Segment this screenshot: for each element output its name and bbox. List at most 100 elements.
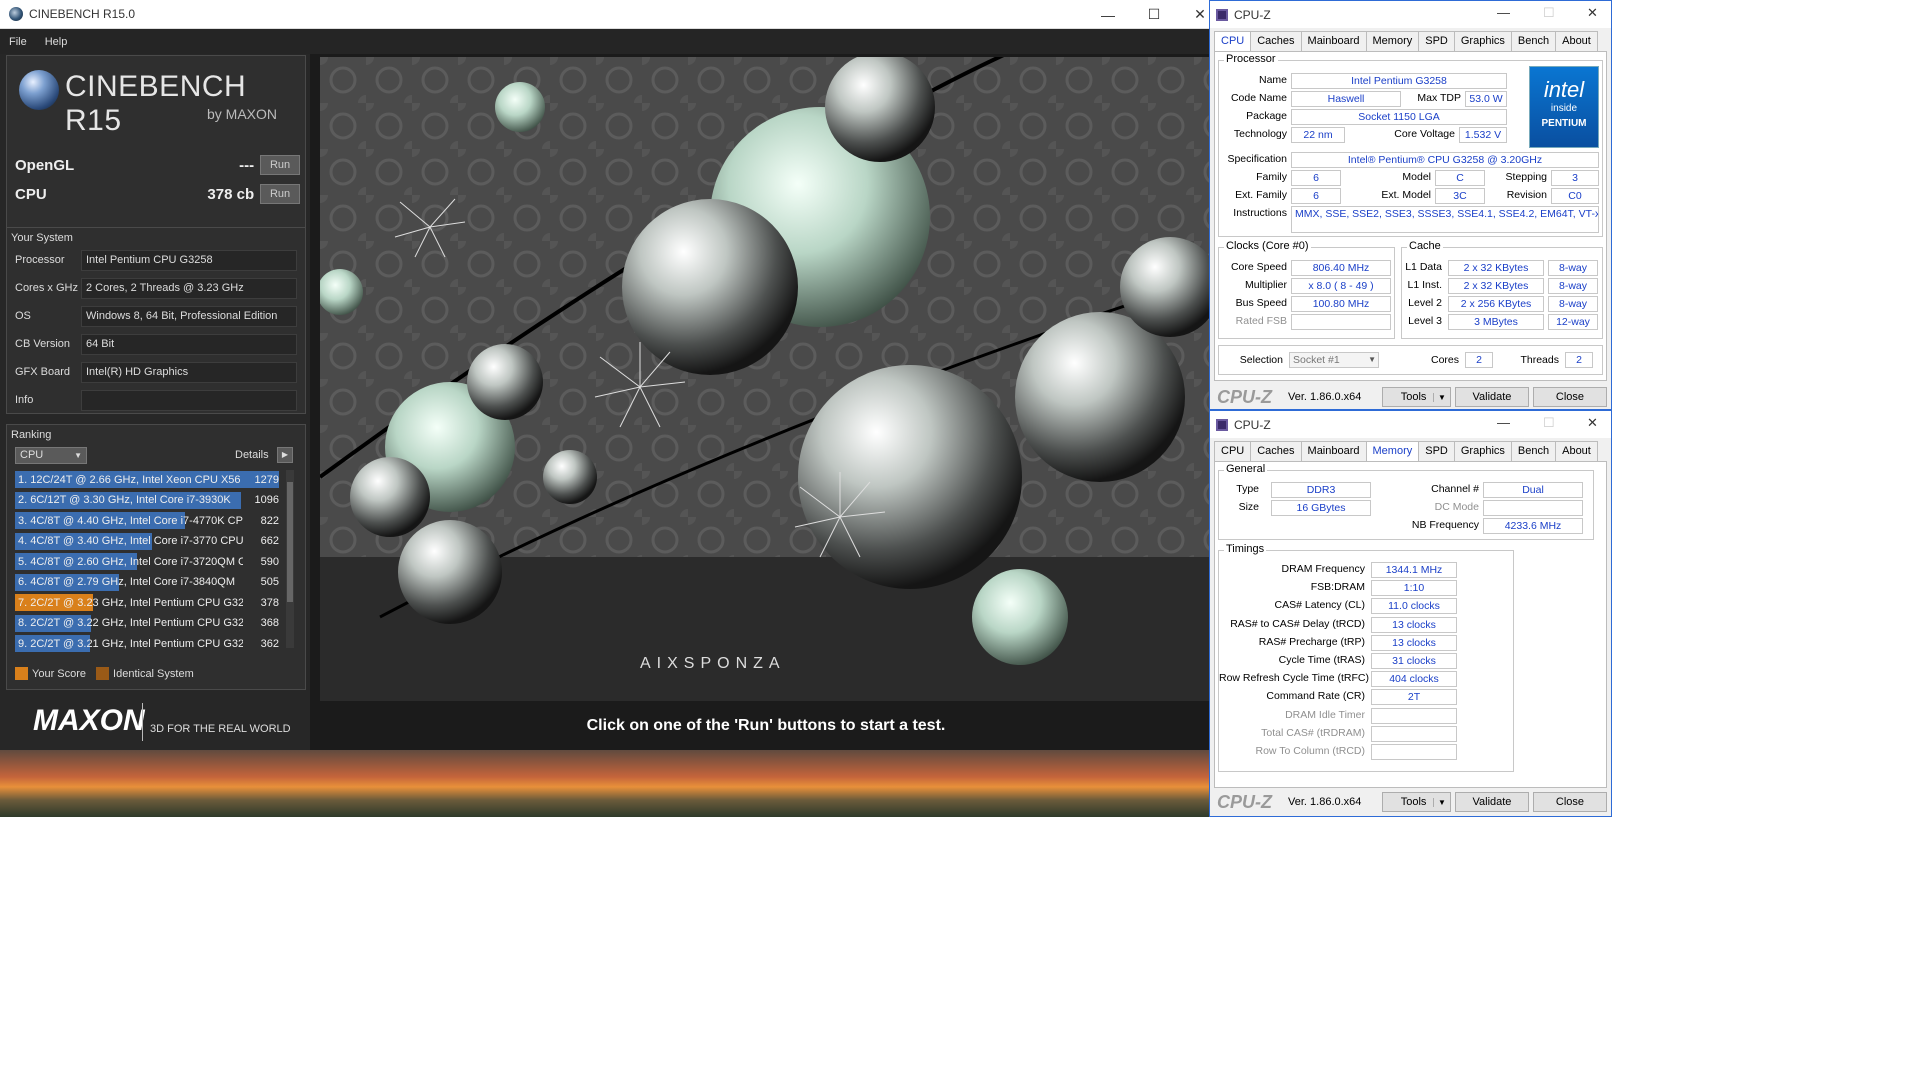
ranking-row[interactable]: 2. 6C/12T @ 3.30 GHz, Intel Core i7-3930… [15,491,285,510]
window-title: CINEBENCH R15.0 [29,7,136,21]
ranking-label: 3. 4C/8T @ 4.40 GHz, Intel Core i7-4770K… [18,514,243,527]
maximize-icon[interactable]: ☐ [1543,5,1555,21]
opengl-score: --- [239,156,255,174]
processor-group: Processor Name Intel Pentium G3258 Code … [1218,53,1603,237]
selection-row: Selection Socket #1 ▼ Cores 2 Threads 2 [1218,345,1603,375]
specification-value: Intel® Pentium® CPU G3258 @ 3.20GHz [1291,152,1599,168]
tools-button[interactable]: Tools ▼ [1381,387,1451,407]
cpu-score: 378 cb [207,185,255,203]
instructions-label: Instructions [1233,207,1287,219]
tab-graphics[interactable]: Graphics [1453,31,1512,51]
family-value: 6 [1291,170,1341,186]
tab-memory[interactable]: Memory [1365,441,1420,461]
tab-memory[interactable]: Memory [1365,31,1420,51]
tab-spd[interactable]: SPD [1418,31,1455,51]
ranking-row[interactable]: 4. 4C/8T @ 3.40 GHz, Intel Core i7-3770 … [15,532,285,551]
timing-label: Row To Column (tRCD) [1255,745,1366,757]
ranking-row[interactable]: 5. 4C/8T @ 2.60 GHz, Intel Core i7-3720Q… [15,552,285,571]
cpuz-title: CPU-Z [1234,417,1271,432]
timing-value: 13 clocks [1371,616,1457,633]
tab-about[interactable]: About [1555,441,1598,461]
opengl-run-button[interactable]: Run [260,155,300,175]
cpuz-logo: CPU-Z [1217,791,1272,812]
system-key: OS [15,310,31,322]
info-field[interactable] [81,389,297,411]
tab-caches[interactable]: Caches [1250,31,1302,51]
technology-value: 22 nm [1291,127,1345,143]
ranking-list: 1. 12C/24T @ 2.66 GHz, Intel Xeon CPU X5… [7,467,307,652]
render-sphere [398,520,502,624]
cpuz-logo: CPU-Z [1217,386,1272,407]
system-key: GFX Board [15,366,71,378]
ranking-select[interactable]: CPU ▼ [15,447,87,464]
cpuz-version: Ver. 1.86.0.x64 [1288,391,1362,403]
tools-label: Tools [1400,391,1427,403]
intel-logo-brand: intel [1543,77,1585,102]
validate-button[interactable]: Validate [1454,792,1529,812]
ranking-scroll-thumb[interactable] [287,482,293,602]
render-sphere [350,457,430,537]
ranking-row[interactable]: 6. 4C/8T @ 2.79 GHz, Intel Core i7-3840Q… [15,573,285,592]
clocks-group: Clocks (Core #0) Core Speed 806.40 MHz M… [1218,240,1395,339]
system-key: CB Version [15,338,71,350]
max-tdp-value: 53.0 W [1465,91,1507,107]
minimize-icon[interactable]: — [1497,415,1510,430]
tab-cpu[interactable]: CPU [1214,441,1252,461]
minimize-icon[interactable]: — [1497,5,1510,20]
ranking-row[interactable]: 8. 2C/2T @ 3.22 GHz, Intel Pentium CPU G… [15,614,285,633]
timing-value: 11.0 clocks [1371,598,1457,615]
close-icon[interactable]: ✕ [1587,5,1598,21]
cpu-run-button[interactable]: Run [260,184,300,204]
maximize-icon[interactable]: ☐ [1131,0,1177,29]
status-message: Click on one of the 'Run' buttons to sta… [586,717,946,734]
ranking-label: 6. 4C/8T @ 2.79 GHz, Intel Core i7-3840Q… [18,576,236,588]
ranking-row[interactable]: 1. 12C/24T @ 2.66 GHz, Intel Xeon CPU X5… [15,470,285,489]
your-system-panel: Your System Processor Intel Pentium CPU G… [6,227,306,414]
tab-mainboard[interactable]: Mainboard [1300,31,1367,51]
tab-cpu[interactable]: CPU [1214,31,1252,51]
details-label[interactable]: Details [235,449,269,461]
instructions-value: MMX, SSE, SSE2, SSE3, SSSE3, SSE4.1, SSE… [1291,206,1599,233]
close-button[interactable]: Close [1532,387,1607,407]
close-icon[interactable]: ✕ [1587,415,1598,431]
socket-select[interactable]: Socket #1 ▼ [1289,352,1379,368]
tab-about[interactable]: About [1555,31,1598,51]
tab-graphics[interactable]: Graphics [1453,441,1512,461]
tab-mainboard[interactable]: Mainboard [1300,441,1367,461]
render-sphere [495,82,545,132]
maxon-logo: MAXON [33,704,145,737]
maximize-icon[interactable]: ☐ [1543,415,1555,431]
ranking-scrollbar[interactable] [286,470,294,648]
intel-pentium-logo: intel inside PENTIUM [1529,66,1599,148]
render-sphere [972,569,1068,665]
menu-help[interactable]: Help [36,36,77,48]
code-name-value: Haswell [1291,91,1401,107]
tab-bench[interactable]: Bench [1510,441,1557,461]
render-view: AIXSPONZA [317,3,1220,701]
cache-size-value: 2 x 32 KBytes [1448,260,1544,276]
cache-heading: Cache [1407,240,1443,252]
ranking-row[interactable]: 9. 2C/2T @ 3.21 GHz, Intel Pentium CPU G… [15,634,285,653]
cpu-pane: Processor Name Intel Pentium G3258 Code … [1214,51,1607,381]
aixsponza-logo: AIXSPONZA [640,655,786,672]
tab-bench[interactable]: Bench [1510,31,1557,51]
tools-button[interactable]: Tools ▼ [1381,792,1451,812]
minimize-icon[interactable]: — [1085,0,1131,29]
timing-value: 13 clocks [1371,634,1457,651]
validate-button[interactable]: Validate [1454,387,1529,407]
details-arrow-icon[interactable]: ▶ [277,447,293,463]
cache-way-value: 8-way [1548,296,1598,312]
timing-value: 1344.1 MHz [1371,562,1457,578]
timing-value [1371,725,1457,742]
close-button[interactable]: Close [1532,792,1607,812]
cinebench-app-icon [9,7,23,21]
ranking-row[interactable]: 7. 2C/2T @ 3.23 GHz, Intel Pentium CPU G… [15,593,285,612]
cache-size-value: 2 x 32 KBytes [1448,278,1544,294]
tab-caches[interactable]: Caches [1250,441,1302,461]
ranking-row[interactable]: 3. 4C/8T @ 4.40 GHz, Intel Core i7-4770K… [15,511,285,530]
ext-family-value: 6 [1291,188,1341,204]
menu-file[interactable]: File [0,36,36,48]
cpuz-bottom-bar: CPU-Z Ver. 1.86.0.x64 Tools ▼ Validate Cl… [1210,789,1611,815]
tab-spd[interactable]: SPD [1418,441,1455,461]
render-sphere [825,52,935,162]
